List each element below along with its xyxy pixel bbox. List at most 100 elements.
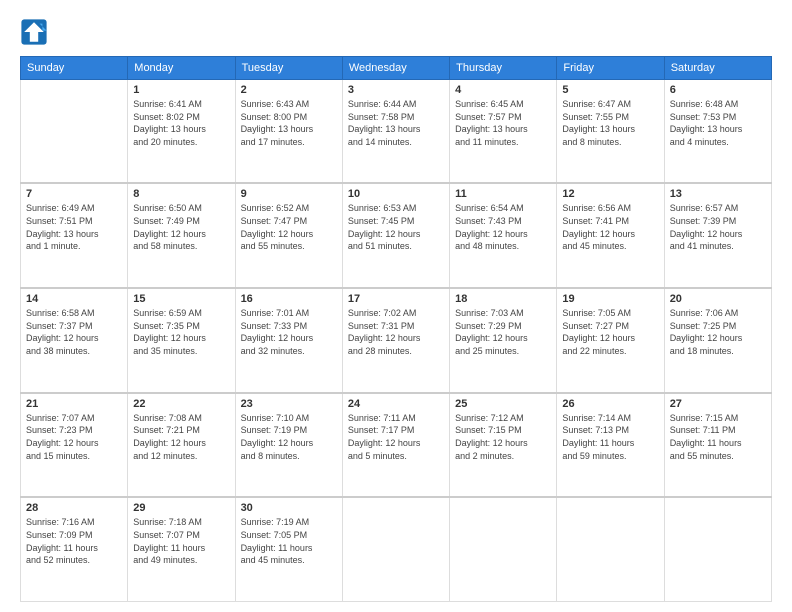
calendar-cell: 22Sunrise: 7:08 AMSunset: 7:21 PMDayligh… — [128, 393, 235, 498]
day-number: 27 — [670, 398, 766, 410]
day-info: Sunset: 7:13 PM — [562, 424, 658, 437]
day-info: Daylight: 12 hours — [670, 332, 766, 345]
day-number: 14 — [26, 293, 122, 305]
day-info: Sunrise: 6:53 AM — [348, 202, 444, 215]
day-info: Sunrise: 7:11 AM — [348, 412, 444, 425]
calendar-cell: 2Sunrise: 6:43 AMSunset: 8:00 PMDaylight… — [235, 80, 342, 184]
day-info: and 22 minutes. — [562, 345, 658, 358]
day-info: Sunrise: 7:01 AM — [241, 307, 337, 320]
day-info: and 17 minutes. — [241, 136, 337, 149]
day-info: Daylight: 12 hours — [455, 228, 551, 241]
day-info: Sunset: 7:37 PM — [26, 320, 122, 333]
day-info: Daylight: 13 hours — [133, 123, 229, 136]
weekday-header: Tuesday — [235, 57, 342, 80]
day-number: 19 — [562, 293, 658, 305]
day-info: Daylight: 12 hours — [562, 332, 658, 345]
calendar-cell: 15Sunrise: 6:59 AMSunset: 7:35 PMDayligh… — [128, 288, 235, 393]
day-info: Sunrise: 6:58 AM — [26, 307, 122, 320]
day-info: Sunrise: 6:57 AM — [670, 202, 766, 215]
weekday-header: Thursday — [450, 57, 557, 80]
day-info: Daylight: 12 hours — [241, 437, 337, 450]
day-info: Daylight: 12 hours — [241, 228, 337, 241]
calendar-cell: 16Sunrise: 7:01 AMSunset: 7:33 PMDayligh… — [235, 288, 342, 393]
day-number: 15 — [133, 293, 229, 305]
day-number: 3 — [348, 84, 444, 96]
day-info: Daylight: 12 hours — [26, 332, 122, 345]
day-number: 10 — [348, 188, 444, 200]
day-info: and 41 minutes. — [670, 240, 766, 253]
day-info: Sunset: 7:39 PM — [670, 215, 766, 228]
day-info: Sunrise: 7:08 AM — [133, 412, 229, 425]
day-info: Sunset: 7:21 PM — [133, 424, 229, 437]
day-info: and 55 minutes. — [241, 240, 337, 253]
day-info: Sunrise: 6:50 AM — [133, 202, 229, 215]
day-info: and 2 minutes. — [455, 450, 551, 463]
day-info: and 48 minutes. — [455, 240, 551, 253]
day-info: and 45 minutes. — [562, 240, 658, 253]
calendar-cell: 30Sunrise: 7:19 AMSunset: 7:05 PMDayligh… — [235, 497, 342, 601]
day-info: Sunrise: 6:49 AM — [26, 202, 122, 215]
calendar-cell: 20 Sunrise: 7:06 AMSunset: 7:25 PMDayligh… — [664, 288, 771, 393]
day-info: Sunset: 7:41 PM — [562, 215, 658, 228]
day-info: and 25 minutes. — [455, 345, 551, 358]
day-info: Sunset: 7:19 PM — [241, 424, 337, 437]
day-info: Daylight: 12 hours — [455, 437, 551, 450]
logo-icon — [20, 18, 48, 46]
calendar-cell: 29Sunrise: 7:18 AMSunset: 7:07 PMDayligh… — [128, 497, 235, 601]
day-info: and 52 minutes. — [26, 554, 122, 567]
day-info: and 12 minutes. — [133, 450, 229, 463]
weekday-header: Sunday — [21, 57, 128, 80]
calendar-cell: 23Sunrise: 7:10 AMSunset: 7:19 PMDayligh… — [235, 393, 342, 498]
day-info: Sunrise: 7:06 AM — [670, 307, 766, 320]
day-number: 12 — [562, 188, 658, 200]
day-info: and 55 minutes. — [670, 450, 766, 463]
day-info: and 51 minutes. — [348, 240, 444, 253]
day-number: 18 — [455, 293, 551, 305]
day-number: 22 — [133, 398, 229, 410]
day-info: Sunrise: 6:45 AM — [455, 98, 551, 111]
header — [20, 18, 772, 46]
day-info: Sunrise: 7:14 AM — [562, 412, 658, 425]
day-number: 26 — [562, 398, 658, 410]
day-info: Sunrise: 6:47 AM — [562, 98, 658, 111]
day-info: Sunrise: 6:44 AM — [348, 98, 444, 111]
calendar-cell: 21Sunrise: 7:07 AMSunset: 7:23 PMDayligh… — [21, 393, 128, 498]
calendar-cell: 14 Sunrise: 6:58 AMSunset: 7:37 PMDayligh… — [21, 288, 128, 393]
day-number: 1 — [133, 84, 229, 96]
day-number: 9 — [241, 188, 337, 200]
day-info: Daylight: 12 hours — [562, 228, 658, 241]
day-number: 23 — [241, 398, 337, 410]
day-info: Sunrise: 6:52 AM — [241, 202, 337, 215]
day-number: 4 — [455, 84, 551, 96]
calendar-cell: 3Sunrise: 6:44 AMSunset: 7:58 PMDaylight… — [342, 80, 449, 184]
day-info: Sunrise: 7:05 AM — [562, 307, 658, 320]
page: SundayMondayTuesdayWednesdayThursdayFrid… — [0, 0, 792, 612]
day-info: Daylight: 11 hours — [133, 542, 229, 555]
day-number: 11 — [455, 188, 551, 200]
day-info: Sunrise: 7:03 AM — [455, 307, 551, 320]
day-info: Sunset: 7:25 PM — [670, 320, 766, 333]
day-info: Sunrise: 6:43 AM — [241, 98, 337, 111]
day-info: Sunset: 7:09 PM — [26, 529, 122, 542]
day-info: Sunrise: 7:19 AM — [241, 516, 337, 529]
day-info: Daylight: 13 hours — [241, 123, 337, 136]
day-info: and 5 minutes. — [348, 450, 444, 463]
day-info: Daylight: 11 hours — [26, 542, 122, 555]
day-info: and 14 minutes. — [348, 136, 444, 149]
day-number: 20 — [670, 293, 766, 305]
day-info: Sunset: 7:15 PM — [455, 424, 551, 437]
calendar-cell: 28Sunrise: 7:16 AMSunset: 7:09 PMDayligh… — [21, 497, 128, 601]
day-info: Daylight: 12 hours — [670, 228, 766, 241]
day-info: and 35 minutes. — [133, 345, 229, 358]
day-info: and 8 minutes. — [562, 136, 658, 149]
day-info: Daylight: 13 hours — [562, 123, 658, 136]
calendar-cell: 11Sunrise: 6:54 AMSunset: 7:43 PMDayligh… — [450, 183, 557, 288]
day-info: Sunset: 7:35 PM — [133, 320, 229, 333]
day-info: Daylight: 12 hours — [348, 437, 444, 450]
day-info: Sunset: 7:05 PM — [241, 529, 337, 542]
day-info: Daylight: 12 hours — [133, 228, 229, 241]
day-number: 17 — [348, 293, 444, 305]
calendar-cell: 1Sunrise: 6:41 AMSunset: 8:02 PMDaylight… — [128, 80, 235, 184]
day-number: 30 — [241, 502, 337, 514]
day-info: Sunset: 7:17 PM — [348, 424, 444, 437]
